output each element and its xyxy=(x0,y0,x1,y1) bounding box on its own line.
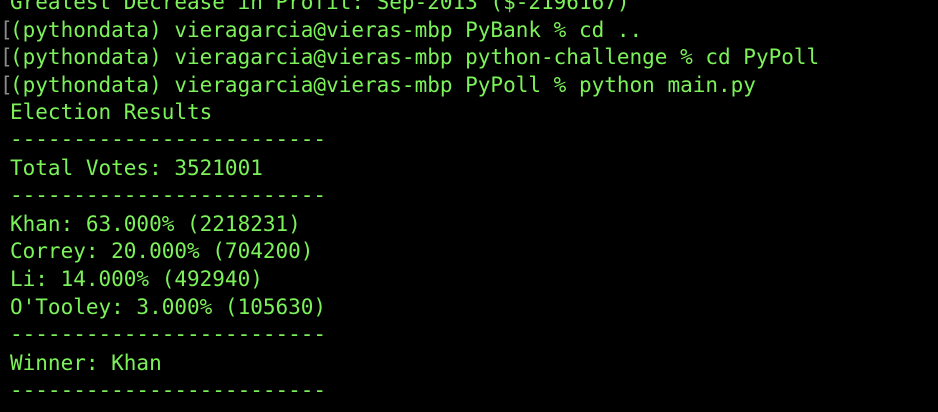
winner-line: Winner: Khan xyxy=(10,351,162,375)
total-votes: Total Votes: 3521001 xyxy=(10,156,263,180)
command-line: (pythondata) vieragarcia@vieras-mbp PyBa… xyxy=(10,18,643,42)
candidate-result: Li: 14.000% (492940) xyxy=(10,267,263,291)
output-divider: ------------------------- xyxy=(10,183,327,207)
output-title: Election Results xyxy=(10,100,213,124)
previous-output-line: Greatest Decrease in Profit: Sep-2013 ($… xyxy=(10,0,630,14)
output-divider: ------------------------- xyxy=(10,127,327,151)
candidate-result: Khan: 63.000% (2218231) xyxy=(10,212,301,236)
command-line: (pythondata) vieragarcia@vieras-mbp pyth… xyxy=(10,45,820,69)
command-line: (pythondata) vieragarcia@vieras-mbp PyPo… xyxy=(10,73,756,97)
terminal-window[interactable]: Greatest Decrease in Profit: Sep-2013 ($… xyxy=(0,0,938,412)
output-divider: ------------------------- xyxy=(10,378,327,402)
output-divider: ------------------------- xyxy=(10,322,327,346)
candidate-result: O'Tooley: 3.000% (105630) xyxy=(10,295,327,319)
candidate-result: Correy: 20.000% (704200) xyxy=(10,239,314,263)
